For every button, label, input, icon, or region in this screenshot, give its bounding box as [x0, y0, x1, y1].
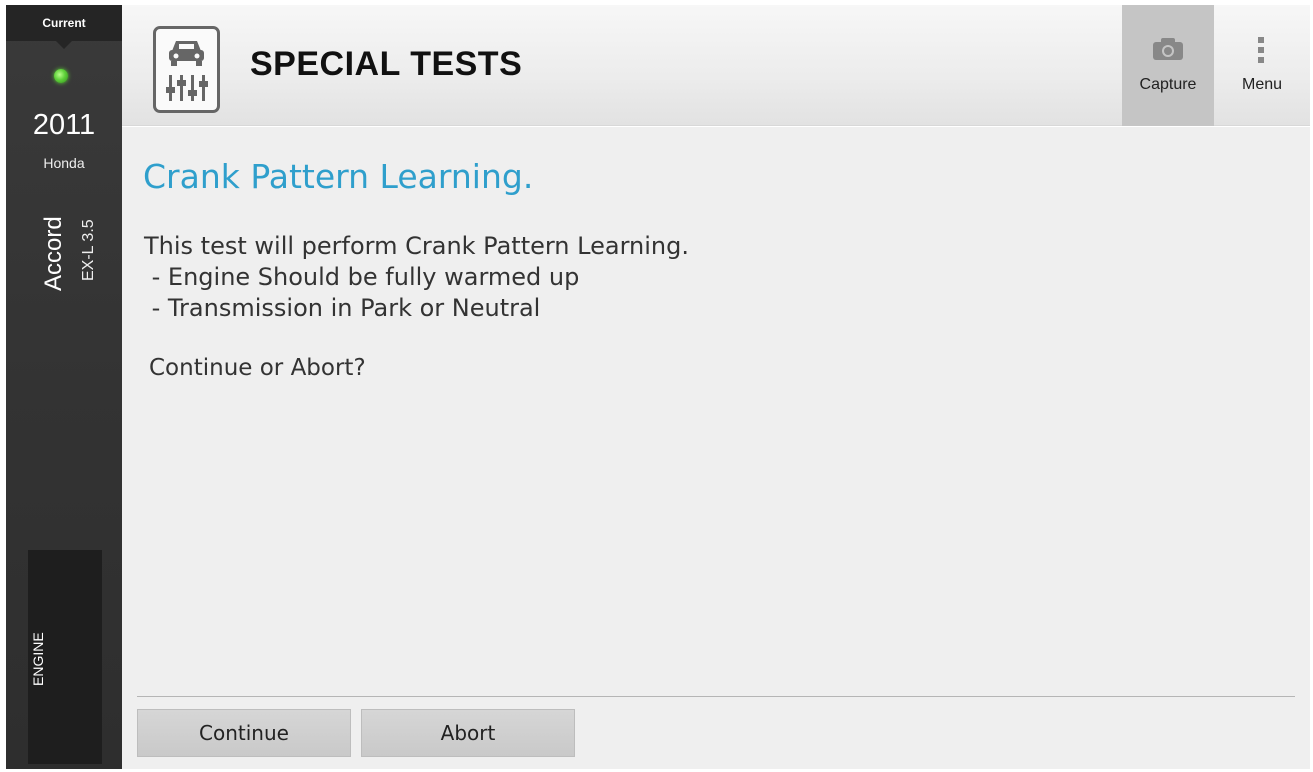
vehicle-model: Accord	[40, 216, 67, 291]
vehicle-sidebar: Current 2011 Honda Accord EX-L 3.5 ENGIN…	[6, 5, 122, 769]
current-tab[interactable]: Current	[6, 5, 122, 41]
vehicle-make: Honda	[43, 155, 85, 171]
menu-label: Menu	[1241, 76, 1283, 93]
overflow-menu-icon	[1257, 37, 1265, 65]
app-frame: Current 2011 Honda Accord EX-L 3.5 ENGIN…	[6, 5, 1310, 769]
vehicle-year: 2011	[32, 109, 96, 141]
vehicle-trim: EX-L 3.5	[80, 219, 97, 281]
module-label: ENGINE	[30, 632, 46, 686]
test-description: This test will perform Crank Pattern Lea…	[144, 231, 689, 324]
description-line: This test will perform Crank Pattern Lea…	[144, 232, 689, 260]
menu-button[interactable]: Menu	[1214, 5, 1310, 126]
camera-icon	[1153, 38, 1183, 60]
description-line: - Transmission in Park or Neutral	[144, 294, 541, 322]
header-bar: SPECIAL TESTS Capture Menu	[122, 5, 1310, 126]
connection-status-icon	[54, 69, 68, 83]
capture-label: Capture	[1139, 76, 1197, 93]
current-label: Current	[42, 16, 86, 30]
test-content: Crank Pattern Learning. This test will p…	[122, 127, 1310, 769]
test-prompt: Continue or Abort?	[149, 355, 366, 381]
divider	[137, 696, 1295, 697]
capture-button[interactable]: Capture	[1122, 5, 1214, 126]
abort-button[interactable]: Abort	[361, 709, 575, 757]
page-title: SPECIAL TESTS	[250, 45, 523, 83]
description-line: - Engine Should be fully warmed up	[144, 263, 580, 291]
car-diagnostics-icon	[153, 26, 220, 113]
current-tab-pointer	[56, 41, 72, 49]
test-title: Crank Pattern Learning.	[143, 157, 534, 196]
continue-button[interactable]: Continue	[137, 709, 351, 757]
